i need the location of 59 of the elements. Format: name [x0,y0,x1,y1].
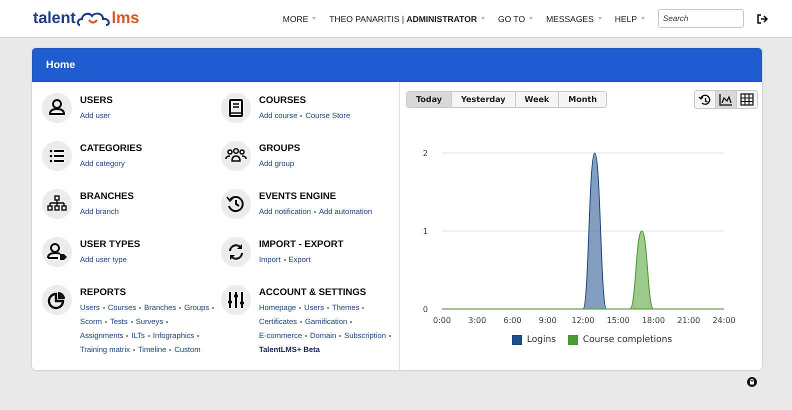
person-tag-icon [42,237,72,267]
history-icon [221,189,251,219]
pie-chart-icon [42,285,72,315]
person-icon [42,93,72,123]
caret-icon [598,17,602,20]
hierarchy-icon [42,189,72,219]
axis-label: 15:00 [606,316,630,325]
legend-swatch [512,335,522,345]
area-chart-button[interactable] [716,91,737,108]
history-button[interactable] [695,91,716,108]
panel-title: Home [46,59,76,71]
list-icon [42,141,72,171]
axis-label: 9:00 [538,316,557,325]
cloud-smile-icon [76,10,111,26]
section-title: ACCOUNT & SETTINGS [259,287,368,298]
nav-menu[interactable]: GO TO [498,14,526,24]
section-title: COURSES [259,95,307,106]
caret-icon [641,17,645,20]
axis-label: 0:00 [433,316,451,325]
section-title: USERS [80,95,113,106]
section-title: EVENTS ENGINE [259,191,338,202]
section-title: BRANCHES [80,191,134,202]
axis-label: 1 [422,227,428,236]
lock-icon[interactable] [747,377,757,387]
section-title: GROUPS [259,143,300,154]
logo[interactable]: talent lms [33,10,140,28]
axis-label: 24:00 [712,316,736,325]
section-title: USER TYPES [80,239,140,250]
caret-icon [480,17,485,20]
axis-label: 3:00 [468,316,486,325]
caret-icon [312,17,316,20]
table-icon [740,93,754,106]
nav-menu[interactable]: MORE [282,14,308,24]
section-title: IMPORT - EXPORT [259,239,344,250]
book-icon [221,93,251,123]
axis-label: 6:00 [504,316,522,325]
legend-label[interactable]: Logins [526,335,556,345]
nav-menu[interactable]: HELP [614,14,637,24]
history-icon [698,93,712,106]
axis-label: 12:00 [571,316,595,325]
section-title: CATEGORIES [80,143,142,154]
area-chart-icon [719,93,733,106]
refresh-icon [221,237,251,267]
axis-label: 18:00 [642,316,666,325]
table-button[interactable] [737,91,757,108]
section-title: REPORTS [80,287,127,298]
nav-menu[interactable]: THEO PANARITIS | ADMINISTRATOR [329,14,477,24]
legend-swatch [568,335,578,345]
axis-label: 2 [422,149,428,158]
sliders-icon [221,285,251,315]
legend-label[interactable]: Course completions [582,335,672,345]
logout-icon[interactable] [757,14,768,24]
search-field[interactable]: Search [658,9,744,28]
group-icon [221,141,251,171]
nav-menu[interactable]: MESSAGES [546,14,594,24]
caret-icon [529,17,534,20]
period-tab[interactable]: Today [407,92,452,107]
axis-label: 0 [422,305,428,314]
axis-label: 21:00 [677,316,700,325]
